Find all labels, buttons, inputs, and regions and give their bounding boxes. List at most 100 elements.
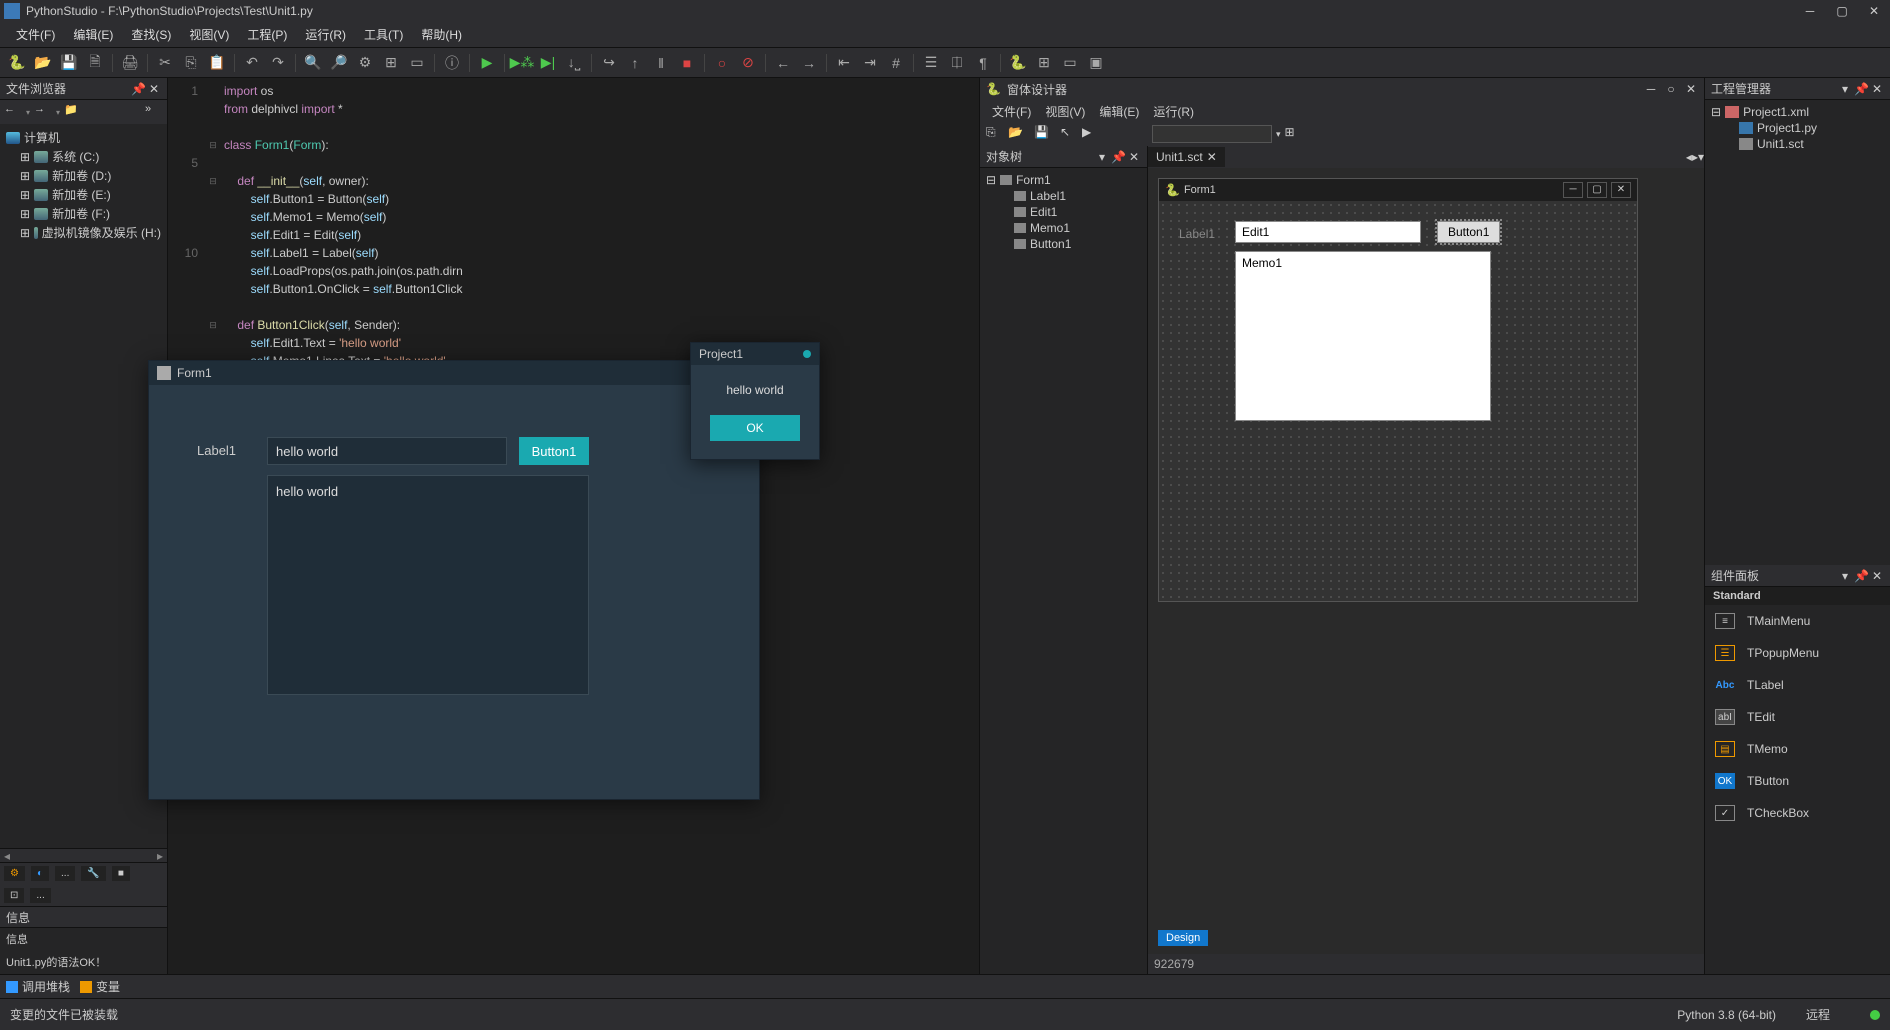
proj-pin-icon[interactable]: 📌 <box>1854 82 1868 96</box>
close-button[interactable]: ✕ <box>1862 4 1886 18</box>
minimize-button[interactable]: ─ <box>1798 4 1822 18</box>
bookmark-icon[interactable]: ▭ <box>406 52 428 74</box>
drive-node[interactable]: ⊞新加卷 (D:) <box>18 166 163 185</box>
designer-new-icon[interactable]: ⎘ <box>986 125 1004 143</box>
palette-item-mainmenu[interactable]: ≡TMainMenu <box>1705 605 1890 637</box>
cut-icon[interactable]: ✂ <box>154 52 176 74</box>
python-icon[interactable]: 🐍 <box>6 52 28 74</box>
design-label[interactable]: Label1 <box>1179 227 1215 241</box>
record-icon[interactable]: ○ <box>711 52 733 74</box>
up-folder-icon[interactable]: 📁 <box>64 103 82 121</box>
menu-file[interactable]: 文件(F) <box>8 23 63 46</box>
palette-item-button[interactable]: OKTButton <box>1705 765 1890 797</box>
palette-tab[interactable]: Standard <box>1705 587 1890 605</box>
tool-icon[interactable]: 🔧 <box>81 866 105 881</box>
python-console-icon[interactable]: 🐍 <box>1007 52 1029 74</box>
form-max-button[interactable]: ▢ <box>1587 182 1607 198</box>
terminal-icon[interactable]: ▣ <box>1085 52 1107 74</box>
designer-canvas[interactable]: 🐍 Form1 ─ ▢ ✕ Label1 Edit1 Button1 Memo1 <box>1148 168 1704 954</box>
run-icon[interactable]: ▶ <box>476 52 498 74</box>
menu-edit[interactable]: 编辑(E) <box>65 23 121 46</box>
filter-icon[interactable]: ⚙ <box>4 866 25 881</box>
designer-menu-view[interactable]: 视图(V) <box>1039 101 1091 122</box>
palette-item-checkbox[interactable]: ✓TCheckBox <box>1705 797 1890 829</box>
palette-dropdown-icon[interactable]: ▾ <box>1838 569 1852 583</box>
run-memo[interactable]: hello world <box>267 475 589 695</box>
step-out-icon[interactable]: ↪ <box>598 52 620 74</box>
table-icon[interactable]: ⊞ <box>1033 52 1055 74</box>
obj-tree-item[interactable]: Label1 <box>1012 188 1143 204</box>
designer-menu-file[interactable]: 文件(F) <box>986 101 1037 122</box>
replace-icon[interactable]: ⚙ <box>354 52 376 74</box>
info-icon[interactable]: ⓘ <box>441 52 463 74</box>
object-tree[interactable]: ⊟Form1 Label1 Edit1 Memo1 Button1 <box>980 168 1147 974</box>
run-button[interactable]: Button1 <box>519 437 589 465</box>
expand-icon[interactable]: » <box>145 103 163 121</box>
copy-icon[interactable]: ⎘ <box>180 52 202 74</box>
dialog-ok-button[interactable]: OK <box>710 415 800 441</box>
run-edit-input[interactable] <box>267 437 507 465</box>
designer-max-icon[interactable]: ○ <box>1664 82 1678 96</box>
nav-fwd-icon[interactable]: → <box>798 52 820 74</box>
obj-tree-close-icon[interactable]: ✕ <box>1127 150 1141 164</box>
running-form-window[interactable]: Form1 Label1 Button1 hello world <box>148 360 760 800</box>
proj-file[interactable]: Project1.py <box>1737 120 1886 136</box>
nav-back-icon[interactable]: ← <box>772 52 794 74</box>
step-into-icon[interactable]: ↓⎵ <box>563 52 585 74</box>
form-close-button[interactable]: ✕ <box>1611 182 1631 198</box>
proj-file[interactable]: Unit1.sct <box>1737 136 1886 152</box>
obj-tree-item[interactable]: Memo1 <box>1012 220 1143 236</box>
design-memo[interactable]: Memo1 <box>1235 251 1491 421</box>
stop-icon[interactable]: ■ <box>676 52 698 74</box>
designer-search-input[interactable] <box>1152 125 1272 143</box>
redo-icon[interactable]: ↷ <box>267 52 289 74</box>
drive-node[interactable]: ⊞虚拟机镜像及娱乐 (H:) <box>18 223 163 242</box>
close-panel-icon[interactable]: ✕ <box>147 82 161 96</box>
proj-dropdown-icon[interactable]: ▾ <box>1838 82 1852 96</box>
filter-menu-icon[interactable]: ◐ <box>31 866 49 881</box>
palette-close-icon[interactable]: ✕ <box>1870 569 1884 583</box>
menu-project[interactable]: 工程(P) <box>239 23 295 46</box>
menu-help[interactable]: 帮助(H) <box>413 23 470 46</box>
proj-root[interactable]: ⊟Project1.xml <box>1709 104 1886 120</box>
drive-node[interactable]: ⊞新加卷 (F:) <box>18 204 163 223</box>
pause-icon[interactable]: ‖ <box>650 52 672 74</box>
palette-item-popupmenu[interactable]: ☰TPopupMenu <box>1705 637 1890 669</box>
open-icon[interactable]: 📂 <box>32 52 54 74</box>
obj-tree-pin-icon[interactable]: 📌 <box>1111 150 1125 164</box>
designer-close-icon[interactable]: ✕ <box>1684 82 1698 96</box>
tab-callstack[interactable]: 调用堆栈 <box>6 978 70 995</box>
proj-close-icon[interactable]: ✕ <box>1870 82 1884 96</box>
debug-icon[interactable]: ▶⁂ <box>511 52 533 74</box>
designer-pointer-icon[interactable]: ↖ <box>1060 125 1078 143</box>
indent-icon[interactable]: ⇥ <box>859 52 881 74</box>
design-form[interactable]: 🐍 Form1 ─ ▢ ✕ Label1 Edit1 Button1 Memo1 <box>1158 178 1638 602</box>
menu-find[interactable]: 查找(S) <box>123 23 179 46</box>
obj-tree-item[interactable]: Button1 <box>1012 236 1143 252</box>
search-next-icon[interactable]: 🔎 <box>328 52 350 74</box>
paste-icon[interactable]: 📋 <box>206 52 228 74</box>
save-all-icon[interactable]: 🗎 <box>84 52 106 74</box>
message-dialog[interactable]: Project1 hello world OK <box>690 342 820 460</box>
print-icon[interactable]: 🖨 <box>119 52 141 74</box>
stop-icon[interactable]: ■ <box>112 866 130 881</box>
list-icon[interactable]: ☰ <box>920 52 942 74</box>
step-up-icon[interactable]: ↑ <box>624 52 646 74</box>
file-tree[interactable]: 计算机 ⊞系统 (C:) ⊞新加卷 (D:) ⊞新加卷 (E:) ⊞新加卷 (F… <box>0 124 167 848</box>
designer-tab[interactable]: Unit1.sct ✕ <box>1148 147 1225 167</box>
designer-save-icon[interactable]: 💾 <box>1034 125 1052 143</box>
outdent-icon[interactable]: ⇤ <box>833 52 855 74</box>
menu-tools[interactable]: 工具(T) <box>356 23 411 46</box>
tree-root[interactable]: 计算机 <box>4 128 163 147</box>
goto-icon[interactable]: ⊞ <box>380 52 402 74</box>
stop-record-icon[interactable]: ⊘ <box>737 52 759 74</box>
tab-variables[interactable]: 变量 <box>80 978 120 995</box>
obj-tree-dropdown-icon[interactable]: ▾ <box>1095 150 1109 164</box>
palette-item-label[interactable]: AbcTLabel <box>1705 669 1890 701</box>
palette-item-edit[interactable]: abITEdit <box>1705 701 1890 733</box>
more-icon[interactable]: ... <box>55 866 75 881</box>
close-tab-icon[interactable]: ✕ <box>1207 150 1217 164</box>
window-icon[interactable]: ▭ <box>1059 52 1081 74</box>
menu-run[interactable]: 运行(R) <box>297 23 354 46</box>
drive-node[interactable]: ⊞系统 (C:) <box>18 147 163 166</box>
